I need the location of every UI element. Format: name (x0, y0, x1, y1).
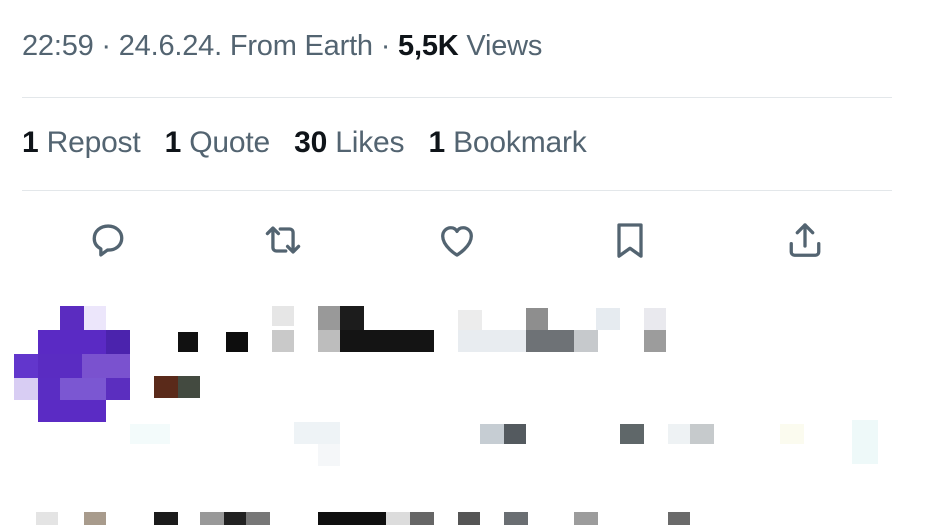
stat-bookmarks[interactable]: 1 Bookmark (428, 126, 586, 160)
divider (22, 97, 892, 98)
stat-count: 30 (294, 126, 328, 159)
divider (22, 190, 892, 191)
bookmark-button[interactable] (604, 214, 656, 266)
reply-button[interactable] (82, 214, 134, 266)
bookmark-icon (617, 223, 643, 258)
repost-icon (265, 226, 301, 254)
stat-count: 1 (164, 126, 182, 159)
views-label: Views (458, 30, 543, 62)
stat-label: Bookmark (453, 126, 587, 159)
tweet-source: From Earth (221, 30, 373, 62)
separator-dot: · (93, 30, 119, 62)
tweet-meta-line: 22:59 · 24.6.24. From Earth · 5,5K Views (22, 30, 542, 63)
reply-icon (92, 224, 124, 257)
like-button[interactable] (431, 214, 483, 266)
action-bar (0, 214, 930, 270)
stat-label: Repost (46, 126, 141, 159)
share-button[interactable] (779, 214, 831, 266)
tweet-time: 22:59 (22, 30, 94, 62)
share-icon (789, 223, 821, 257)
stat-label: Likes (335, 126, 405, 159)
separator-dot: · (372, 30, 399, 62)
stat-count: 1 (22, 126, 39, 159)
views-count: 5,5K (398, 30, 459, 62)
stat-label: Quote (189, 126, 271, 159)
tweet-date: 24.6.24. (118, 30, 222, 62)
engagement-stats: 1 Repost 1 Quote 30 Likes 1 Bookmark (22, 126, 603, 160)
stat-likes[interactable]: 30 Likes (294, 126, 404, 160)
stat-count: 1 (428, 126, 445, 159)
redacted-reply (0, 296, 930, 525)
stat-quotes[interactable]: 1 Quote (164, 126, 271, 160)
repost-button[interactable] (257, 214, 309, 266)
stat-reposts[interactable]: 1 Repost (22, 126, 141, 160)
like-icon (441, 226, 473, 257)
